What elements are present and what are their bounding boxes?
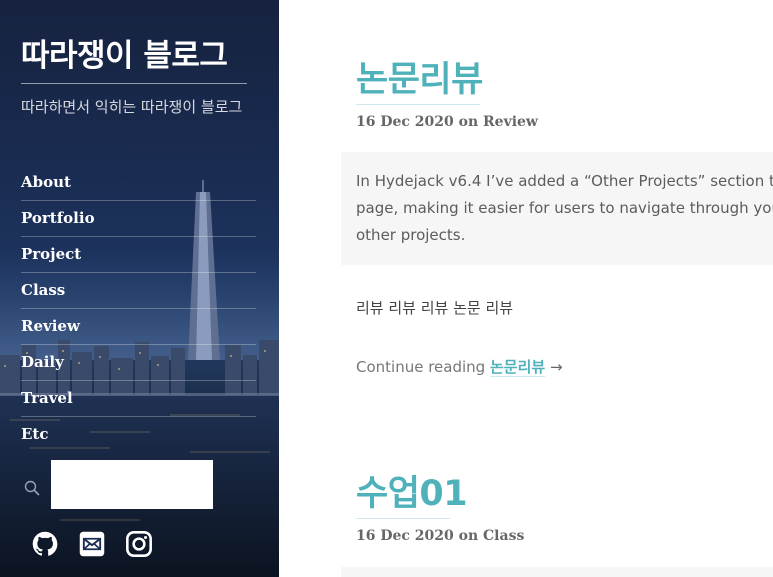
post-excerpt-box: In Hydejack v6.4 I’ve added a “Other Pro… <box>341 152 773 265</box>
instagram-link[interactable] <box>125 530 153 558</box>
nav-item-about[interactable]: About <box>21 165 256 201</box>
sidebar-nav: About Portfolio Project Class Review Dai… <box>21 165 256 453</box>
nav-item-review[interactable]: Review <box>21 309 256 345</box>
email-link[interactable] <box>78 530 106 558</box>
excerpt-line: page, making it easier for users to navi… <box>356 199 773 217</box>
search-input[interactable] <box>51 460 213 509</box>
post-title-link[interactable]: 논문리뷰 <box>356 58 483 102</box>
continue-reading-prefix: Continue reading <box>356 358 490 376</box>
nav-item-daily[interactable]: Daily <box>21 345 256 381</box>
post-excerpt-box <box>341 567 773 577</box>
post-title-underline <box>356 518 450 519</box>
site-description: 따라하면서 익히는 따라쟁이 블로그 <box>21 98 243 116</box>
email-icon <box>79 531 105 557</box>
excerpt-line: In Hydejack v6.4 I’ve added a “Other Pro… <box>356 172 773 190</box>
post-title-link[interactable]: 수업01 <box>356 472 468 516</box>
github-icon <box>32 531 58 556</box>
post-meta: 16 Dec 2020 on Review <box>356 114 538 130</box>
site-title[interactable]: 따라쟁이 블로그 <box>21 36 257 76</box>
github-link[interactable] <box>31 530 59 558</box>
nav-item-etc[interactable]: Etc <box>21 417 256 453</box>
nav-item-portfolio[interactable]: Portfolio <box>21 201 256 237</box>
sidebar-content: 따라쟁이 블로그 따라하면서 익히는 따라쟁이 블로그 About Portfo… <box>0 0 279 577</box>
main-content: 논문리뷰 16 Dec 2020 on Review In Hydejack v… <box>279 0 773 577</box>
arrow-right-icon: → <box>549 358 563 376</box>
post-title-underline <box>356 104 480 105</box>
instagram-icon <box>126 531 152 557</box>
excerpt-line: other projects. <box>356 226 466 244</box>
sidebar: 따라쟁이 블로그 따라하면서 익히는 따라쟁이 블로그 About Portfo… <box>0 0 279 577</box>
post-meta: 16 Dec 2020 on Class <box>356 528 525 544</box>
post-body: 리뷰 리뷰 리뷰 논문 리뷰 <box>356 299 514 317</box>
nav-item-travel[interactable]: Travel <box>21 381 256 417</box>
continue-reading: Continue reading 논문리뷰 → <box>356 356 563 377</box>
post-excerpt: In Hydejack v6.4 I’ve added a “Other Pro… <box>356 168 773 249</box>
title-divider <box>21 83 247 84</box>
nav-item-class[interactable]: Class <box>21 273 256 309</box>
continue-reading-link[interactable]: 논문리뷰 <box>489 358 546 377</box>
nav-item-project[interactable]: Project <box>21 237 256 273</box>
search-icon <box>24 480 40 496</box>
